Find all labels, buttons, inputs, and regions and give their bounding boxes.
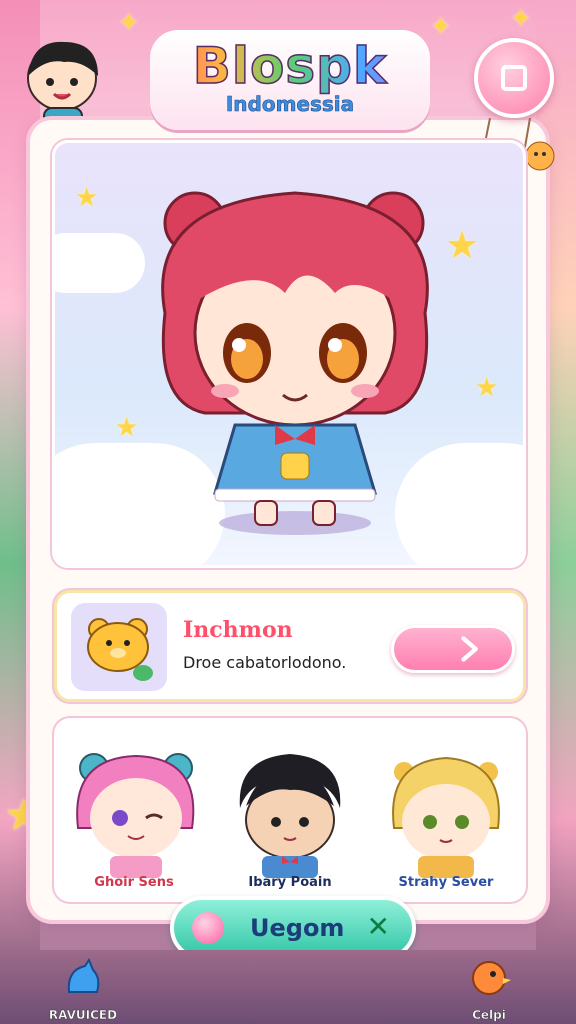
character-name: Ibary Poain [248, 875, 332, 890]
featured-title: Inchmon [183, 617, 293, 643]
chevron-right-icon [461, 636, 478, 662]
character-name: Ghoir Sens [94, 875, 174, 890]
cloud-decoration [55, 233, 145, 293]
featured-go-button[interactable] [391, 625, 515, 673]
character-card[interactable]: Ibary Poain [220, 728, 360, 898]
star-decoration: ★ [75, 183, 99, 213]
character-name: Strahy Sever [398, 875, 494, 890]
bear-icon [87, 618, 153, 681]
pink-orb-icon [192, 912, 224, 944]
blonde-girl-avatar [392, 756, 500, 878]
bottom-navigation-bar: RAVUICED Celpi [0, 950, 576, 1024]
pink-haired-girl-avatar [76, 753, 195, 878]
character-card[interactable]: Ghoir Sens [64, 728, 204, 898]
square-menu-icon [501, 65, 527, 91]
blue-figure-icon [67, 957, 100, 993]
red-haired-girl-character [161, 191, 429, 535]
featured-info-card[interactable]: Inchmon Droe cabatorlodono. [54, 590, 526, 702]
character-selection-row: Ghoir Sens Ibary Poain Strahy Sever [54, 718, 526, 902]
star-decoration: ✦ [430, 12, 452, 42]
logo-title: Blospk [150, 37, 430, 95]
star-decoration: ✦ [118, 8, 140, 38]
nav-item-celpi[interactable]: Celpi [444, 956, 534, 1022]
featured-character-showcase: ★ ★ ★ ★ [52, 140, 526, 568]
featured-description: Droe cabatorlodono. [183, 653, 347, 672]
star-decoration: ★ [475, 373, 499, 403]
logo-subtitle: Indomessia [225, 92, 355, 117]
bear-thumbnail [71, 603, 167, 691]
game-logo-banner: Blospk Indomessia [150, 30, 430, 130]
nav-item-label: RAVUICED [48, 1008, 118, 1022]
start-button-label: Uegom [250, 914, 345, 942]
nav-item-ravuiced[interactable]: RAVUICED [38, 956, 128, 1022]
star-decoration: ★ [445, 223, 480, 267]
orange-bird-icon [472, 961, 511, 995]
x-icon[interactable]: ✕ [367, 910, 390, 943]
character-card[interactable]: Strahy Sever [376, 728, 516, 898]
menu-button[interactable] [474, 38, 554, 118]
nav-item-label: Celpi [472, 1008, 506, 1022]
star-decoration: ✦ [510, 4, 532, 34]
black-haired-boy-avatar [239, 754, 341, 878]
star-decoration: ★ [115, 413, 139, 443]
